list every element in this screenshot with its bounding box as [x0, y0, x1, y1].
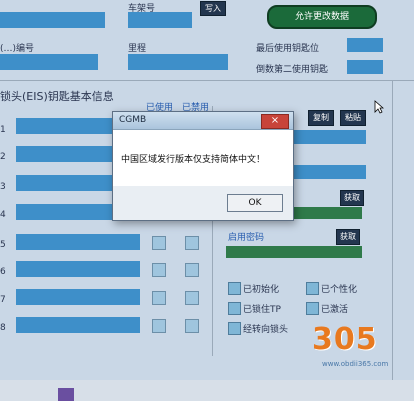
dialog-body: 中国区域发行版本仅支持简体中文！	[113, 130, 293, 186]
key-row-7-field[interactable]	[16, 289, 140, 305]
last-used-key-field[interactable]	[347, 38, 383, 52]
key-row-2-field[interactable]	[16, 146, 114, 162]
field-2[interactable]	[0, 54, 98, 70]
mileage-field[interactable]	[128, 54, 228, 70]
key-row-label-1: 1	[0, 125, 6, 135]
write-button[interactable]: 写入	[200, 1, 226, 16]
watermark-url: www.obdii365.com	[322, 360, 389, 368]
personalized-label: 已个性化	[321, 285, 358, 295]
initialized-label: 已初始化	[243, 285, 280, 295]
paste-button[interactable]: 粘贴	[340, 110, 366, 126]
frame-no-field[interactable]	[128, 12, 192, 28]
watermark-logo: 305	[312, 322, 378, 357]
locked-tp-checkbox[interactable]	[228, 302, 241, 315]
ok-button[interactable]: OK	[227, 194, 283, 212]
key-row-5-used-checkbox[interactable]	[152, 236, 166, 250]
get-button-2[interactable]: 获取	[336, 229, 360, 245]
bottom-tab-icon	[58, 388, 74, 401]
mouse-cursor-icon	[374, 100, 384, 114]
get-button-1[interactable]: 获取	[340, 190, 364, 206]
key-row-6-field[interactable]	[16, 261, 140, 277]
right-field-2[interactable]	[292, 165, 366, 179]
key-row-7-disabled-checkbox[interactable]	[185, 291, 199, 305]
key-row-label-6: 6	[0, 267, 6, 277]
key-row-4-field[interactable]	[16, 204, 114, 220]
right-field-4[interactable]	[226, 246, 362, 258]
initialized-checkbox[interactable]	[228, 282, 241, 295]
mileage-label: 里程	[128, 44, 147, 54]
key-row-label-7: 7	[0, 295, 6, 305]
key-row-5-field[interactable]	[16, 234, 140, 250]
right-field-1[interactable]	[292, 130, 366, 144]
section-right-edge	[392, 80, 393, 380]
second-last-key-label: 倒数第二使用钥匙	[256, 65, 329, 75]
locked-tp-label: 已锁住TP	[243, 305, 281, 315]
via-steering-lock-checkbox[interactable]	[228, 322, 241, 335]
copy-button[interactable]: 复制	[308, 110, 334, 126]
eis-section-title: 锁头(EIS)钥匙基本信息	[0, 90, 114, 103]
close-icon[interactable]: ×	[261, 114, 289, 129]
allow-change-data-button[interactable]: 允许更改数据	[267, 5, 377, 29]
key-row-label-2: 2	[0, 152, 6, 162]
key-row-label-8: 8	[0, 323, 6, 333]
key-row-3-field[interactable]	[16, 175, 114, 191]
field-top-left[interactable]	[0, 12, 105, 28]
key-row-8-disabled-checkbox[interactable]	[185, 319, 199, 333]
activated-checkbox[interactable]	[306, 302, 319, 315]
dialog-message: 中国区域发行版本仅支持简体中文！	[121, 155, 266, 165]
key-row-label-3: 3	[0, 182, 6, 192]
key-row-6-disabled-checkbox[interactable]	[185, 263, 199, 277]
dialog-titlebar: CGMB ×	[113, 112, 293, 130]
message-dialog: CGMB × 中国区域发行版本仅支持简体中文！ OK	[112, 111, 294, 221]
key-row-1-field[interactable]	[16, 118, 114, 134]
key-row-5-disabled-checkbox[interactable]	[185, 236, 199, 250]
field-label-2: (…)编号	[0, 44, 35, 54]
key-row-label-5: 5	[0, 240, 6, 250]
key-row-7-used-checkbox[interactable]	[152, 291, 166, 305]
via-steering-lock-label: 经转向锁头	[243, 325, 289, 335]
dialog-title: CGMB	[119, 115, 147, 125]
key-row-label-4: 4	[0, 210, 6, 220]
key-row-6-used-checkbox[interactable]	[152, 263, 166, 277]
last-used-key-label: 最后使用钥匙位	[256, 44, 320, 54]
key-row-8-field[interactable]	[16, 317, 140, 333]
personalized-checkbox[interactable]	[306, 282, 319, 295]
key-row-8-used-checkbox[interactable]	[152, 319, 166, 333]
second-last-key-field[interactable]	[347, 60, 383, 74]
section-divider	[0, 80, 414, 81]
activated-label: 已激活	[321, 305, 349, 315]
boot-password-label: 启用密码	[228, 233, 265, 243]
